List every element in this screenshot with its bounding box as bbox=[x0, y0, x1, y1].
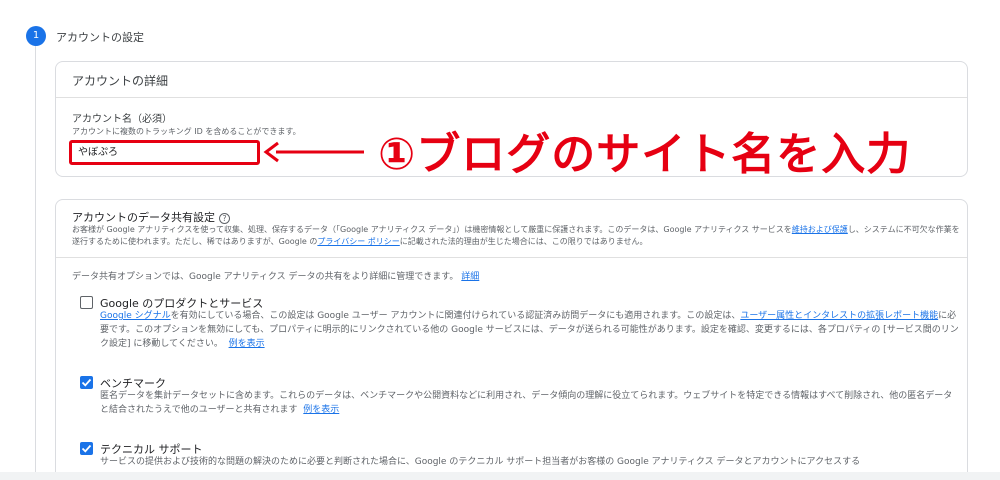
step-number-badge: 1 bbox=[26, 26, 46, 46]
technical-support-checkbox[interactable] bbox=[80, 442, 93, 455]
option-description: Google シグナルを有効にしている場合、この設定は Google ユーザー … bbox=[100, 309, 960, 351]
google-signals-link[interactable]: Google シグナル bbox=[100, 311, 171, 321]
sharing-intro: データ共有オプションでは、Google アナリティクス データの共有をより詳細に… bbox=[72, 269, 479, 282]
stepper-rail bbox=[35, 44, 36, 480]
google-products-checkbox[interactable] bbox=[80, 296, 93, 309]
data-sharing-card: アカウントのデータ共有設定? お客様が Google アナリティクスを使って収集… bbox=[55, 199, 968, 480]
maintain-protect-link[interactable]: 維持および保護 bbox=[792, 225, 848, 234]
annotation-arrow-icon bbox=[263, 141, 364, 163]
data-sharing-heading: アカウントのデータ共有設定? bbox=[72, 209, 230, 225]
description-text: お客様が Google アナリティクスを使って収集、処理、保存するデータ（「Go… bbox=[72, 225, 792, 234]
option-text: 匿名データを集計データセットに含めます。これらのデータは、ベンチマークや公開資料… bbox=[100, 391, 953, 415]
demographics-reports-link[interactable]: ユーザー属性とインタレストの拡張レポート機能 bbox=[740, 311, 938, 321]
page-bottom-edge bbox=[0, 472, 1000, 480]
account-name-input[interactable]: やぼぷろ bbox=[69, 140, 260, 165]
show-example-link[interactable]: 例を表示 bbox=[303, 405, 339, 415]
account-name-label: アカウント名（必須） bbox=[72, 114, 172, 125]
description-text: に記載された法的理由が生じた場合には、この限りではありません。 bbox=[399, 237, 648, 246]
option-benchmark: ベンチマーク 匿名データを集計データセットに含めます。これらのデータは、ベンチマ… bbox=[80, 375, 952, 419]
check-icon bbox=[81, 378, 92, 387]
show-example-link[interactable]: 例を表示 bbox=[229, 339, 265, 349]
divider bbox=[56, 257, 967, 258]
benchmark-checkbox[interactable] bbox=[80, 376, 93, 389]
data-sharing-description: お客様が Google アナリティクスを使って収集、処理、保存するデータ（「Go… bbox=[72, 224, 962, 248]
intro-text: データ共有オプションでは、Google アナリティクス データの共有をより詳細に… bbox=[72, 272, 459, 282]
step-title: アカウントの設定 bbox=[56, 31, 144, 44]
help-icon[interactable]: ? bbox=[219, 213, 230, 224]
learn-more-link[interactable]: 詳細 bbox=[461, 272, 479, 282]
account-details-heading: アカウントの詳細 bbox=[72, 74, 169, 88]
divider bbox=[56, 97, 967, 98]
data-sharing-heading-text: アカウントのデータ共有設定 bbox=[72, 211, 215, 224]
option-google-products: Google のプロダクトとサービス Google シグナルを有効にしている場合… bbox=[80, 295, 959, 355]
option-text: サービスの提供および技術的な問題の解決のために必要と判断された場合に、Googl… bbox=[100, 457, 861, 467]
option-description: サービスの提供および技術的な問題の解決のために必要と判断された場合に、Googl… bbox=[100, 455, 960, 469]
option-text: を有効にしている場合、この設定は Google ユーザー アカウントに関連付けら… bbox=[170, 311, 741, 321]
account-name-hint: アカウントに複数のトラッキング ID を含めることができます。 bbox=[72, 127, 301, 136]
option-description: 匿名データを集計データセットに含めます。これらのデータは、ベンチマークや公開資料… bbox=[100, 389, 960, 417]
annotation-text: ①ブログのサイト名を入力 bbox=[378, 129, 912, 180]
check-icon bbox=[81, 444, 92, 453]
privacy-policy-link[interactable]: プライバシー ポリシー bbox=[317, 237, 399, 246]
